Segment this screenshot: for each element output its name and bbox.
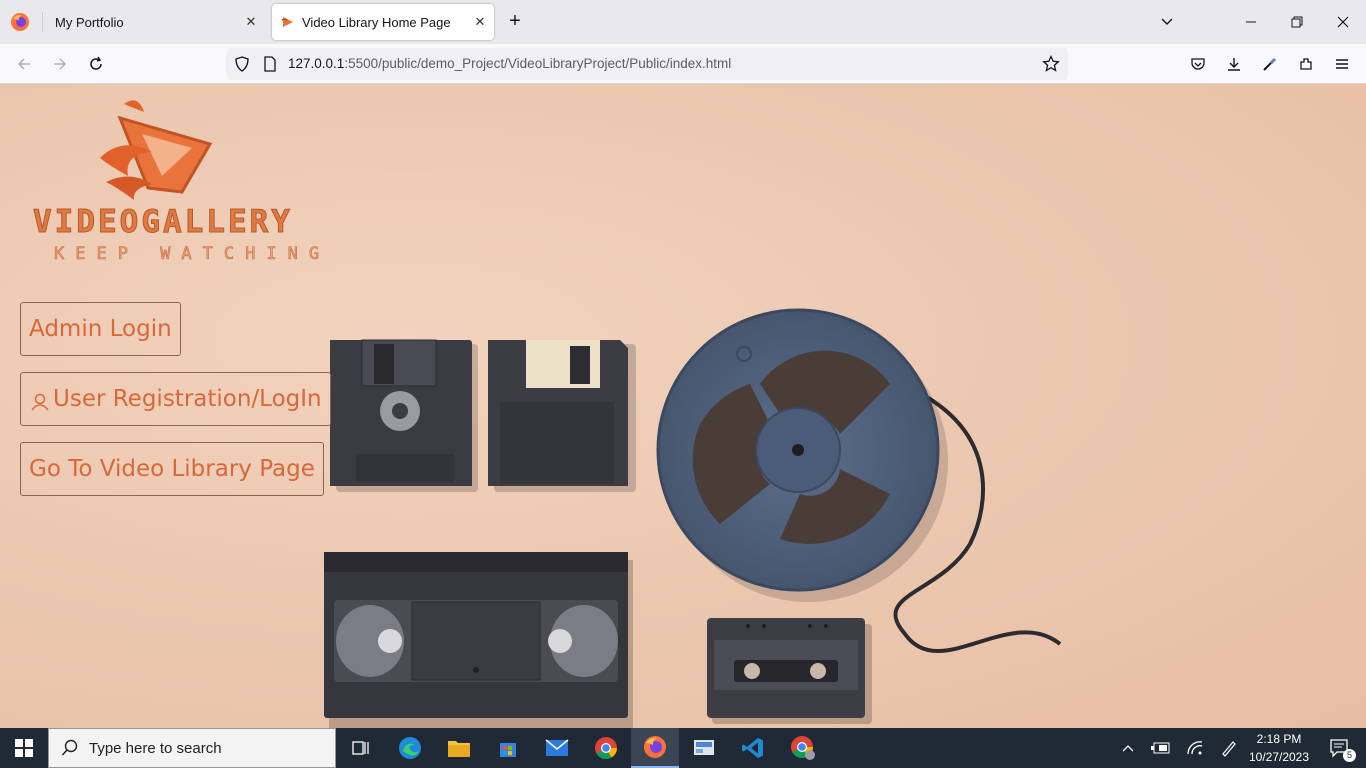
search-placeholder: Type here to search (89, 739, 222, 757)
clock-date: 10/27/2023 (1248, 750, 1310, 764)
user-icon (31, 393, 49, 411)
chrome-icon[interactable] (582, 728, 630, 768)
page-info-icon[interactable] (262, 56, 278, 72)
downloads-icon[interactable] (1222, 52, 1246, 76)
extensions-icon[interactable] (1294, 52, 1318, 76)
edge-icon[interactable] (386, 728, 434, 768)
start-button[interactable] (0, 728, 48, 768)
user-registration-label: User Registration/LogIn (53, 386, 322, 412)
close-icon[interactable]: ✕ (466, 14, 494, 30)
admin-login-button[interactable]: Admin Login (20, 302, 181, 356)
url-bar[interactable]: 127.0.0.1:5500/public/demo_Project/Video… (226, 48, 1068, 80)
task-view-icon[interactable] (336, 728, 384, 768)
network-icon[interactable] (1182, 728, 1208, 768)
url-host: 127.0.0.1 (288, 56, 345, 71)
list-all-tabs-icon[interactable] (1144, 0, 1190, 44)
firefox-taskbar-icon[interactable] (631, 728, 679, 768)
reload-button[interactable] (84, 52, 108, 76)
battery-icon[interactable] (1148, 728, 1174, 768)
notification-center-icon[interactable]: 5 (1320, 728, 1360, 768)
videogallery-logo-icon (100, 100, 213, 200)
windows-taskbar: Type here to search 2:18 PM 10/27/2023 5 (0, 728, 1366, 768)
mail-icon[interactable] (533, 728, 581, 768)
tab-bar: My Portfolio ✕ Video Library Home Page ✕… (0, 0, 1366, 44)
vhs-tape (324, 552, 633, 728)
app-menu-icon[interactable] (1330, 52, 1354, 76)
video-library-home-page: VIDEOGALLERY KEEP WATCHING Admin Login U… (0, 84, 1366, 728)
user-registration-login-button[interactable]: User Registration/LogIn (20, 372, 331, 426)
brand-tagline: KEEP WATCHING (54, 244, 331, 265)
chrome-profile-icon[interactable] (779, 728, 827, 768)
file-explorer-icon[interactable] (435, 728, 483, 768)
tab-my-portfolio[interactable]: My Portfolio ✕ (43, 4, 265, 40)
restore-button[interactable] (1274, 0, 1320, 44)
taskbar-clock[interactable]: 2:18 PM 10/27/2023 (1244, 730, 1314, 766)
film-reel (656, 308, 1062, 654)
forward-button[interactable] (48, 52, 72, 76)
close-icon[interactable]: ✕ (237, 14, 265, 30)
vscode-icon[interactable] (729, 728, 777, 768)
close-window-button[interactable] (1320, 0, 1366, 44)
pocket-icon[interactable] (1186, 52, 1210, 76)
control-panel-icon[interactable] (680, 728, 728, 768)
search-icon (61, 739, 78, 756)
admin-login-label: Admin Login (29, 316, 172, 342)
tab-video-library[interactable]: Video Library Home Page ✕ (272, 4, 494, 40)
clock-time: 2:18 PM (1256, 732, 1302, 746)
minimize-button[interactable] (1228, 0, 1274, 44)
navigation-toolbar: 127.0.0.1:5500/public/demo_Project/Video… (0, 44, 1366, 84)
url-path: :5500/public/demo_Project/VideoLibraryPr… (344, 56, 732, 71)
bookmark-star-icon[interactable] (1042, 55, 1060, 73)
tracking-protection-shield-icon[interactable] (234, 56, 250, 72)
brand-title: VIDEOGALLERY (33, 204, 293, 241)
video-gallery-favicon-icon (281, 17, 293, 27)
audio-cassette (707, 618, 872, 724)
show-hidden-icons-chevron-icon[interactable] (1116, 728, 1140, 768)
pen-workspace-icon[interactable] (1216, 728, 1242, 768)
url-text[interactable]: 127.0.0.1:5500/public/demo_Project/Video… (288, 56, 731, 71)
go-to-library-label: Go To Video Library Page (29, 456, 315, 482)
taskbar-search-box[interactable]: Type here to search (48, 728, 336, 768)
color-picker-extension-icon[interactable] (1258, 52, 1282, 76)
tab-title: Video Library Home Page (302, 14, 451, 30)
new-tab-button[interactable]: + (503, 10, 527, 34)
windows-logo-icon (15, 739, 33, 757)
floppy-disk-beige-shutter (488, 340, 636, 492)
microsoft-store-icon[interactable] (484, 728, 532, 768)
firefox-menu-icon[interactable] (10, 12, 30, 32)
go-to-video-library-button[interactable]: Go To Video Library Page (20, 442, 324, 496)
back-button[interactable] (12, 52, 36, 76)
tab-title: My Portfolio (55, 14, 124, 30)
floppy-disk-black (330, 339, 478, 492)
notification-count-badge: 5 (1343, 749, 1356, 762)
